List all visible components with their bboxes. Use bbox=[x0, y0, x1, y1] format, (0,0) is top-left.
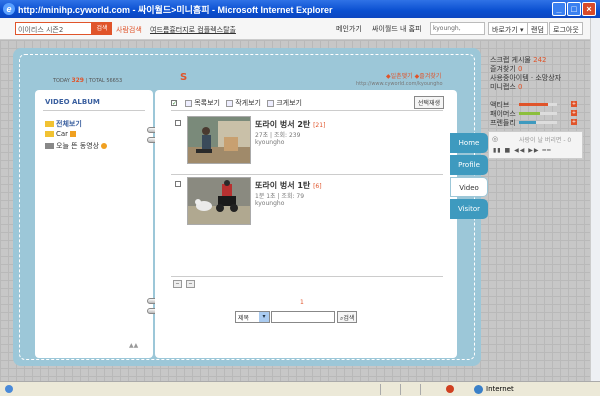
bgm-player: ◎ 사랑이 날 버리면 - 0 ▮▮ ■ ◀◀ ▶▶ ━━ bbox=[488, 131, 583, 159]
player-controls[interactable]: ▮▮ ■ ◀◀ ▶▶ ━━ bbox=[493, 147, 552, 154]
music-icon: ◎ bbox=[492, 135, 499, 143]
security-icon bbox=[446, 385, 454, 393]
search-input[interactable]: 이이리스 시즌2 bbox=[15, 22, 92, 35]
video-item: 또라이 벙서 2탄 [21] 27초 | 조회: 239 kyoungho bbox=[171, 116, 443, 171]
album-search-input[interactable] bbox=[271, 311, 335, 323]
comment-count: [6] bbox=[313, 183, 322, 190]
homepage-url[interactable]: http://www.cyworld.com/kyoungho bbox=[356, 81, 443, 87]
video-thumbnail[interactable] bbox=[187, 177, 251, 225]
select-all-checkbox[interactable] bbox=[171, 100, 177, 106]
search-button[interactable]: 검색 bbox=[92, 22, 112, 35]
divider bbox=[171, 276, 443, 277]
user-search-input[interactable]: kyoungh, bbox=[430, 22, 485, 35]
stat-active-bar bbox=[519, 103, 557, 106]
delete-button[interactable]: − bbox=[186, 280, 195, 288]
album-search-button[interactable]: ⌕검색 bbox=[337, 311, 358, 323]
comment-count: [21] bbox=[313, 122, 326, 129]
folder-icon bbox=[45, 121, 54, 127]
large-view-link[interactable]: 크게보기 bbox=[276, 99, 302, 107]
internet-zone-icon bbox=[474, 385, 483, 394]
search-field-select[interactable]: 제목 ▾ bbox=[235, 311, 270, 323]
today-count: 329 bbox=[71, 77, 84, 84]
new-badge-icon bbox=[101, 143, 108, 149]
new-badge-icon bbox=[70, 131, 77, 137]
stat-active-fill bbox=[519, 103, 548, 106]
album-item-car[interactable]: Car bbox=[45, 130, 77, 138]
view-mode-bar: 목록보기 작게보기 크게보기 bbox=[171, 98, 302, 108]
window-scrollbar[interactable] bbox=[590, 18, 600, 381]
video-meta: 1분 1초 | 조회: 79 bbox=[255, 193, 305, 200]
folder-icon bbox=[45, 143, 54, 149]
nav-main-link[interactable]: 메인가기 bbox=[336, 24, 362, 34]
list-view-link[interactable]: 목록보기 bbox=[194, 99, 220, 107]
minimize-button[interactable]: _ bbox=[552, 2, 566, 16]
random-button[interactable]: 랜덤 bbox=[527, 22, 548, 35]
cyworld-topbar: 이이리스 시즌2 검색 사람검색 여드름흉터지로 컴플렉스탈출 메인가기 싸이월… bbox=[0, 18, 600, 40]
logout-button[interactable]: 로그아웃 bbox=[549, 22, 583, 35]
play-selected-button[interactable]: 선택재생 bbox=[413, 96, 444, 109]
list-view-icon[interactable] bbox=[185, 99, 193, 107]
page-status-icon bbox=[5, 385, 13, 393]
stat-friendly-fill bbox=[519, 121, 537, 124]
tab-video[interactable]: Video bbox=[450, 177, 488, 197]
tab-profile[interactable]: Profile bbox=[450, 155, 488, 175]
small-view-link[interactable]: 작게보기 bbox=[235, 99, 261, 107]
video-title[interactable]: 또라이 벙서 1탄 [6] bbox=[255, 180, 322, 191]
maximize-button[interactable]: □ bbox=[567, 2, 581, 16]
status-divider bbox=[380, 384, 381, 395]
move-button[interactable]: − bbox=[173, 280, 182, 288]
video-author[interactable]: kyoungho bbox=[255, 139, 284, 146]
pagination-current[interactable]: 1 bbox=[300, 299, 304, 306]
video-title[interactable]: 또라이 벙서 2탄 [21] bbox=[255, 119, 325, 130]
total-count: 56653 bbox=[106, 78, 123, 84]
album-divider bbox=[43, 110, 145, 111]
video-item: 또라이 벙서 1탄 [6] 1분 1초 | 조회: 79 kyoungho bbox=[171, 177, 443, 232]
stat-famous-fill bbox=[519, 112, 540, 115]
divider bbox=[171, 110, 443, 111]
divider bbox=[171, 174, 443, 175]
friend-fav-links[interactable]: ◆일촌맺기 ◆즐겨찾기 bbox=[386, 71, 441, 80]
album-item-all[interactable]: 전체보기 bbox=[45, 119, 82, 129]
video-thumbnail[interactable] bbox=[187, 116, 251, 164]
tab-visitor[interactable]: Visitor bbox=[450, 199, 488, 219]
folder-icon bbox=[45, 131, 54, 137]
plus-icon[interactable]: + bbox=[571, 110, 577, 116]
video-checkbox[interactable] bbox=[175, 181, 181, 187]
status-bar: Internet bbox=[0, 381, 600, 396]
stat-friendly-bar bbox=[519, 121, 557, 124]
window-title: http://minihp.cyworld.com - 싸이월드>미니홈피 - … bbox=[18, 5, 333, 15]
tab-home[interactable]: Home bbox=[450, 133, 488, 153]
visitor-counter: TODAY 329 | TOTAL 56653 bbox=[53, 77, 123, 84]
small-view-icon[interactable] bbox=[226, 99, 234, 107]
bgm-title: 사랑이 날 버리면 - 0 bbox=[519, 137, 572, 144]
status-divider bbox=[400, 384, 401, 395]
minilabs-link[interactable]: 미니랩스 0 bbox=[490, 82, 522, 92]
goto-button[interactable]: 바로가기 ▾ bbox=[488, 22, 528, 35]
video-meta: 27초 | 조회: 239 bbox=[255, 132, 301, 139]
album-title: VIDEO ALBUM bbox=[45, 98, 100, 106]
people-search-link[interactable]: 사람검색 bbox=[116, 25, 142, 35]
title-logo: S bbox=[180, 72, 188, 83]
zone-label: Internet bbox=[486, 385, 514, 393]
promo-link[interactable]: 여드름흉터지로 컴플렉스탈출 bbox=[150, 25, 236, 35]
video-author[interactable]: kyoungho bbox=[255, 200, 284, 207]
album-left-page: VIDEO ALBUM 전체보기 Car 오늘 뜬 동영상 ▲▲ bbox=[35, 90, 153, 358]
collapse-arrow-icon[interactable]: ▲▲ bbox=[129, 342, 138, 349]
chevron-down-icon: ▾ bbox=[259, 312, 269, 322]
status-divider bbox=[420, 384, 421, 395]
album-right-page: 목록보기 작게보기 크게보기 선택재생 또라이 벙서 2탄 [21] bbox=[155, 90, 457, 358]
stat-famous-bar bbox=[519, 112, 557, 115]
stat-friendly-label: 프렌들리 bbox=[490, 119, 516, 127]
plus-icon[interactable]: + bbox=[571, 101, 577, 107]
plus-icon[interactable]: + bbox=[571, 119, 577, 125]
album-item-today[interactable]: 오늘 뜬 동영상 bbox=[45, 141, 108, 151]
window-titlebar: e http://minihp.cyworld.com - 싸이월드>미니홈피 … bbox=[0, 0, 600, 18]
large-view-icon[interactable] bbox=[267, 99, 275, 107]
ie-icon: e bbox=[3, 3, 15, 15]
close-button[interactable]: × bbox=[582, 2, 596, 16]
nav-my-homepage-link[interactable]: 싸이월드 내 홈피 bbox=[372, 24, 422, 34]
video-checkbox[interactable] bbox=[175, 120, 181, 126]
